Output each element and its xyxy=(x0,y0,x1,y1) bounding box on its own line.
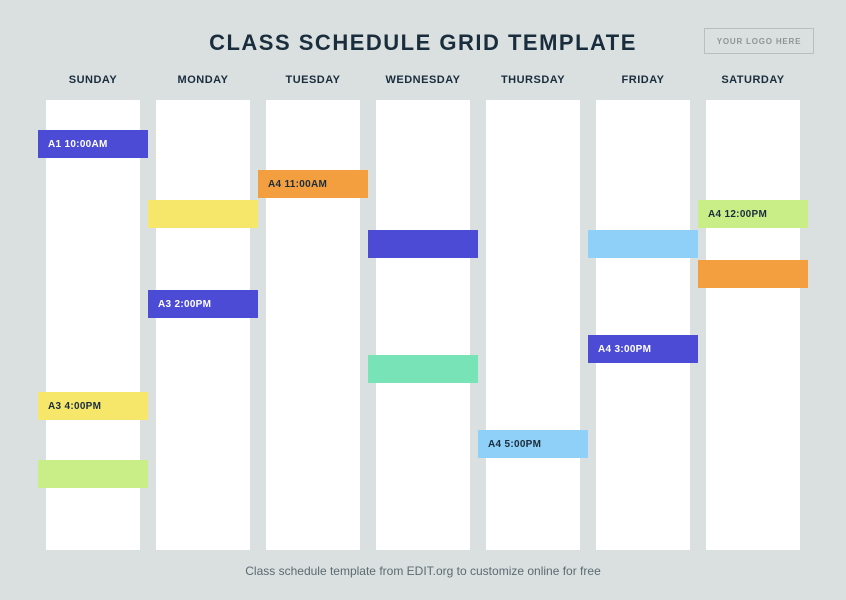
day-header: THURSDAY xyxy=(501,74,565,100)
event-block[interactable] xyxy=(698,260,808,288)
day-header: FRIDAY xyxy=(622,74,665,100)
event-block[interactable]: A3 4:00PM xyxy=(38,392,148,420)
day-column-friday: FRIDAY A4 3:00PM xyxy=(596,74,690,550)
event-block[interactable]: A3 2:00PM xyxy=(148,290,258,318)
day-track: A4 5:00PM xyxy=(486,100,580,550)
event-block[interactable] xyxy=(368,355,478,383)
day-column-sunday: SUNDAY A1 10:00AM A3 4:00PM xyxy=(46,74,140,550)
day-track xyxy=(376,100,470,550)
day-header: TUESDAY xyxy=(285,74,340,100)
day-header: SUNDAY xyxy=(69,74,117,100)
event-block[interactable]: A1 10:00AM xyxy=(38,130,148,158)
day-column-tuesday: TUESDAY A4 11:00AM xyxy=(266,74,360,550)
event-block[interactable]: A4 5:00PM xyxy=(478,430,588,458)
event-block[interactable]: A4 11:00AM xyxy=(258,170,368,198)
day-column-saturday: SATURDAY A4 12:00PM xyxy=(706,74,800,550)
day-track: A4 12:00PM xyxy=(706,100,800,550)
day-header: WEDNESDAY xyxy=(386,74,461,100)
event-block[interactable] xyxy=(148,200,258,228)
day-track: A4 11:00AM xyxy=(266,100,360,550)
day-track: A1 10:00AM A3 4:00PM xyxy=(46,100,140,550)
day-header: SATURDAY xyxy=(721,74,784,100)
schedule-grid: SUNDAY A1 10:00AM A3 4:00PM MONDAY A3 2:… xyxy=(0,74,846,550)
day-column-wednesday: WEDNESDAY xyxy=(376,74,470,550)
footer-text: Class schedule template from EDIT.org to… xyxy=(0,564,846,578)
logo-placeholder[interactable]: YOUR LOGO HERE xyxy=(704,28,814,54)
day-column-monday: MONDAY A3 2:00PM xyxy=(156,74,250,550)
event-block[interactable]: A4 3:00PM xyxy=(588,335,698,363)
logo-text: YOUR LOGO HERE xyxy=(717,37,802,46)
day-track: A3 2:00PM xyxy=(156,100,250,550)
day-track: A4 3:00PM xyxy=(596,100,690,550)
event-block[interactable] xyxy=(588,230,698,258)
day-column-thursday: THURSDAY A4 5:00PM xyxy=(486,74,580,550)
event-block[interactable]: A4 12:00PM xyxy=(698,200,808,228)
event-block[interactable] xyxy=(38,460,148,488)
day-header: MONDAY xyxy=(178,74,229,100)
event-block[interactable] xyxy=(368,230,478,258)
